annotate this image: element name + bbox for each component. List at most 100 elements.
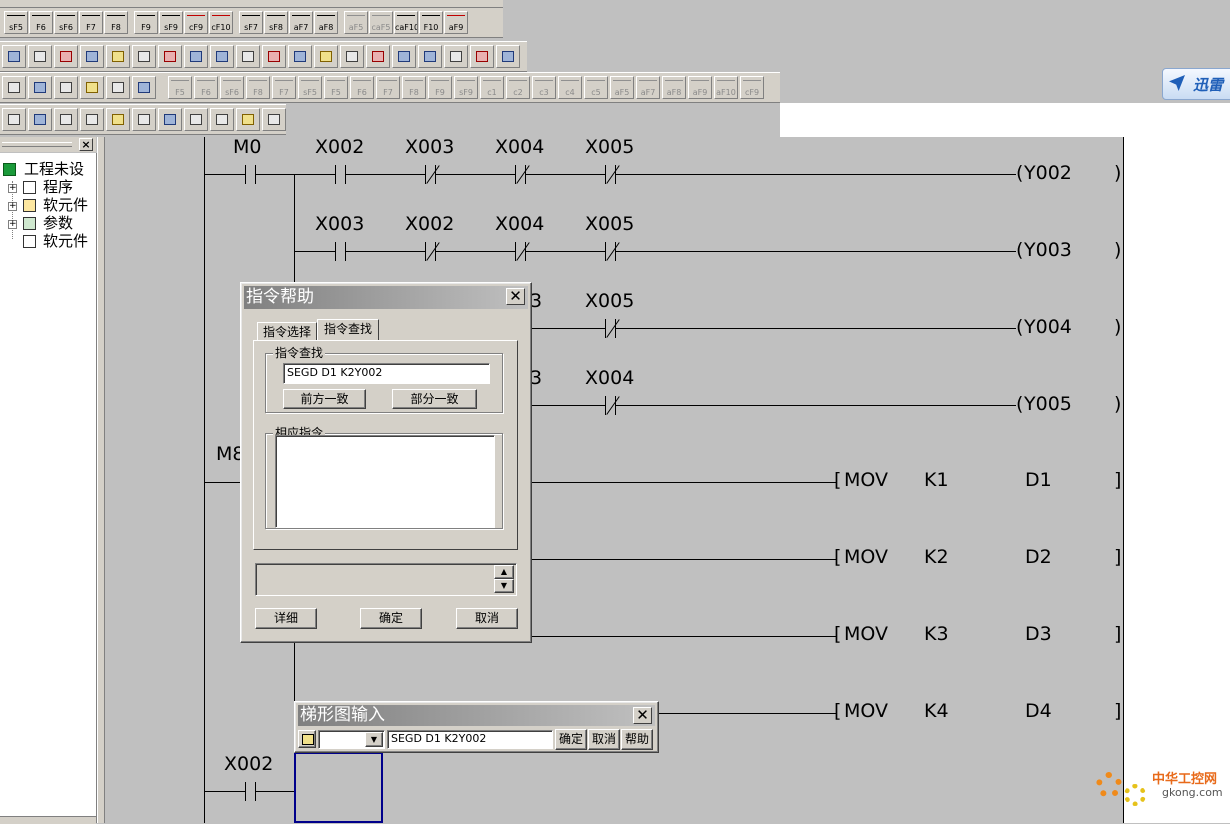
sfc-key-af5-button[interactable]: aF5 <box>610 76 634 99</box>
panel-grip[interactable] <box>2 142 72 147</box>
sfc-key-c1-button[interactable]: c1 <box>480 76 504 99</box>
ladder-input-close-button[interactable]: ✕ <box>633 707 652 724</box>
sfc-key-sf9-button[interactable]: sF9 <box>454 76 478 99</box>
sfc-key-f7-button[interactable]: F7 <box>272 76 296 99</box>
sfc-key-cf9-button[interactable]: cF9 <box>740 76 764 99</box>
tree-item-program[interactable]: 程序 <box>43 178 73 196</box>
sfc-key-af8-button[interactable]: aF8 <box>662 76 686 99</box>
ladder-key-f9-button[interactable]: F9 <box>134 11 158 34</box>
edit-button-7[interactable] <box>158 45 182 68</box>
view-button-2[interactable] <box>28 108 52 131</box>
ladder-key-cf9-button[interactable]: cF9 <box>184 11 208 34</box>
ladder-key-f6-button[interactable]: F6 <box>29 11 53 34</box>
edit-button-6[interactable] <box>132 45 156 68</box>
tool-button-6[interactable] <box>132 76 156 99</box>
tool-button-1[interactable] <box>2 76 26 99</box>
description-scroll-down[interactable]: ▼ <box>494 579 514 593</box>
ladder-key-af8-button[interactable]: aF8 <box>314 11 338 34</box>
edit-button-17[interactable] <box>418 45 442 68</box>
ladder-ok-button[interactable]: 确定 <box>555 729 587 750</box>
help-dialog-titlebar[interactable]: 指令帮助 <box>244 286 528 309</box>
edit-button-12[interactable] <box>288 45 312 68</box>
sfc-key-f8-button[interactable]: F8 <box>246 76 270 99</box>
tree-item-parameter[interactable]: 参数 <box>43 214 73 232</box>
sfc-key-af9-button[interactable]: aF9 <box>688 76 712 99</box>
ladder-input-titlebar[interactable]: 梯形图输入 <box>298 705 655 726</box>
edit-button-19[interactable] <box>470 45 494 68</box>
edit-button-10[interactable] <box>236 45 260 68</box>
sfc-key-f9-button[interactable]: F9 <box>428 76 452 99</box>
view-button-6[interactable] <box>132 108 156 131</box>
edit-button-20[interactable] <box>496 45 520 68</box>
ladder-key-sf9-button[interactable]: sF9 <box>159 11 183 34</box>
ladder-key-sf6-button[interactable]: sF6 <box>54 11 78 34</box>
tool-button-5[interactable] <box>106 76 130 99</box>
edit-button-16[interactable] <box>392 45 416 68</box>
ladder-cancel-button[interactable]: 取消 <box>588 729 620 750</box>
tab-instruction-find[interactable]: 指令查找 <box>317 319 379 341</box>
tree-expand-device-comment[interactable]: + <box>8 202 17 211</box>
view-button-1[interactable] <box>2 108 26 131</box>
view-button-11[interactable] <box>262 108 286 131</box>
view-button-4[interactable] <box>80 108 104 131</box>
ladder-key-caf10-button[interactable]: caF10 <box>394 11 418 34</box>
edit-button-1[interactable] <box>2 45 26 68</box>
ladder-key-af5-button[interactable]: aF5 <box>344 11 368 34</box>
tab-instruction-select[interactable]: 指令选择 <box>257 322 317 341</box>
tool-button-2[interactable] <box>28 76 52 99</box>
edit-button-11[interactable] <box>262 45 286 68</box>
tree-item-device-comment[interactable]: 软元件 <box>43 196 88 214</box>
partial-match-button[interactable]: 部分一致 <box>392 389 477 409</box>
panel-close-button[interactable]: × <box>79 138 93 151</box>
ladder-help-button[interactable]: 帮助 <box>621 729 653 750</box>
view-button-5[interactable] <box>106 108 130 131</box>
edit-button-3[interactable] <box>54 45 78 68</box>
symbol-dropdown[interactable]: ▼ <box>318 730 385 749</box>
tree-expand-program[interactable]: + <box>8 184 17 193</box>
detail-button[interactable]: 详细 <box>255 608 317 629</box>
view-button-7[interactable] <box>158 108 182 131</box>
chevron-down-icon[interactable]: ▼ <box>365 732 383 747</box>
sfc-key-f5-button[interactable]: F5 <box>168 76 192 99</box>
sfc-key-af7-button[interactable]: aF7 <box>636 76 660 99</box>
edit-button-4[interactable] <box>80 45 104 68</box>
help-ok-button[interactable]: 确定 <box>360 608 422 629</box>
tree-item-device-memory[interactable]: 软元件 <box>43 232 88 250</box>
view-button-9[interactable] <box>210 108 234 131</box>
view-button-3[interactable] <box>54 108 78 131</box>
ladder-key-f7-button[interactable]: F7 <box>79 11 103 34</box>
ladder-key-sf7-button[interactable]: sF7 <box>239 11 263 34</box>
ladder-key-sf5-button[interactable]: sF5 <box>4 11 28 34</box>
ladder-key-caf5-button[interactable]: caF5 <box>369 11 393 34</box>
sfc-key-f6-button[interactable]: F6 <box>350 76 374 99</box>
symbol-select-icon[interactable] <box>298 730 316 748</box>
xunlei-badge[interactable]: 迅雷 <box>1162 68 1230 100</box>
tool-button-3[interactable] <box>54 76 78 99</box>
help-cancel-button[interactable]: 取消 <box>456 608 518 629</box>
tool-button-4[interactable] <box>80 76 104 99</box>
tree-root-label[interactable]: 工程未设 <box>24 160 84 178</box>
tree-expand-parameter[interactable]: + <box>8 220 17 229</box>
ladder-key-af9-button[interactable]: aF9 <box>444 11 468 34</box>
edit-button-15[interactable] <box>366 45 390 68</box>
edit-button-5[interactable] <box>106 45 130 68</box>
edit-button-8[interactable] <box>184 45 208 68</box>
sfc-key-sf6-button[interactable]: sF6 <box>220 76 244 99</box>
ladder-key-af7-button[interactable]: aF7 <box>289 11 313 34</box>
ladder-key-cf10-button[interactable]: cF10 <box>209 11 233 34</box>
edit-button-14[interactable] <box>340 45 364 68</box>
description-scroll-up[interactable]: ▲ <box>494 565 514 579</box>
sfc-key-f7-button[interactable]: F7 <box>376 76 400 99</box>
edit-button-9[interactable] <box>210 45 234 68</box>
sfc-key-f5-button[interactable]: F5 <box>324 76 348 99</box>
sfc-key-f8-button[interactable]: F8 <box>402 76 426 99</box>
ladder-key-f10-button[interactable]: F10 <box>419 11 443 34</box>
edit-button-13[interactable] <box>314 45 338 68</box>
sfc-key-sf5-button[interactable]: sF5 <box>298 76 322 99</box>
sfc-key-c4-button[interactable]: c4 <box>558 76 582 99</box>
sfc-key-c5-button[interactable]: c5 <box>584 76 608 99</box>
matching-instruction-list[interactable] <box>275 435 495 528</box>
view-button-10[interactable] <box>236 108 260 131</box>
ladder-key-f8-button[interactable]: F8 <box>104 11 128 34</box>
sfc-key-c3-button[interactable]: c3 <box>532 76 556 99</box>
